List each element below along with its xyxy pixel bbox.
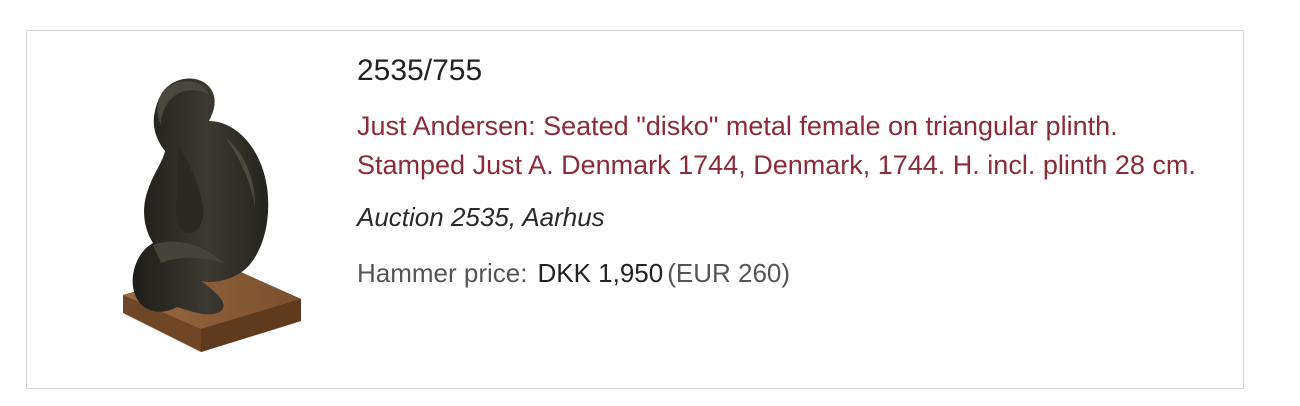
sculpture-photo-icon <box>123 78 301 352</box>
lot-title-link[interactable]: Just Andersen: Seated "disko" metal fema… <box>357 107 1217 185</box>
price-label: Hammer price: <box>357 258 528 288</box>
lot-image[interactable] <box>105 67 305 357</box>
price-dkk: DKK 1,950 <box>537 258 664 288</box>
hammer-price: Hammer price: DKK 1,950 (EUR 260) <box>357 255 1217 291</box>
lot-number: 2535/755 <box>357 54 483 87</box>
lot-info: 2535/755 Just Andersen: Seated "disko" m… <box>357 53 1217 291</box>
price-eur: (EUR 260) <box>667 258 791 288</box>
auction-name: Auction 2535, Aarhus <box>357 202 605 232</box>
lot-card: 2535/755 Just Andersen: Seated "disko" m… <box>26 30 1244 389</box>
